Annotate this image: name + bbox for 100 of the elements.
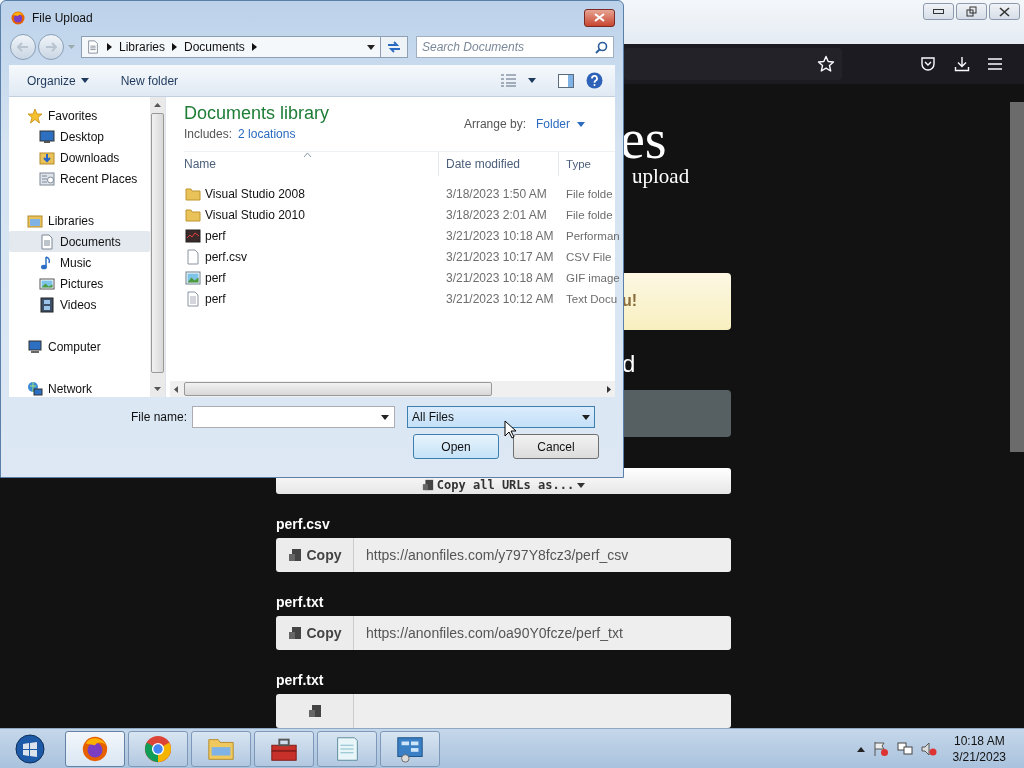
file-name: perf.csv: [276, 516, 331, 534]
column-header[interactable]: Type: [558, 152, 615, 176]
chart-icon: [185, 227, 201, 244]
file-name[interactable]: perf: [205, 270, 226, 285]
taskbar-button[interactable]: [65, 730, 125, 767]
url-field[interactable]: https://anonfiles.com/oa90Y0fcze/perf_txt: [354, 616, 731, 650]
scrollbar[interactable]: [170, 381, 615, 397]
nav-item[interactable]: Recent Places: [9, 168, 150, 189]
organize-menu[interactable]: Organize: [25, 73, 91, 88]
search-icon[interactable]: [595, 41, 608, 54]
close-button[interactable]: [584, 8, 615, 27]
date-modified: 3/18/2023 1:50 AM: [446, 186, 547, 201]
computer-icon: [27, 338, 43, 355]
search-field[interactable]: Search Documents: [416, 36, 614, 58]
scroll-right-arrow-icon[interactable]: [607, 385, 611, 393]
minimize-button[interactable]: [923, 3, 954, 20]
file-type-dropdown[interactable]: All Files: [407, 406, 595, 428]
restore-button[interactable]: [956, 3, 987, 20]
speaker-muted-icon[interactable]: [920, 740, 937, 757]
taskbar-button[interactable]: [380, 730, 440, 767]
nav-item[interactable]: Videos: [9, 294, 150, 315]
nav-item[interactable]: Desktop: [9, 126, 150, 147]
clipboard-icon: [287, 548, 302, 562]
back-arrow-icon: [17, 42, 29, 52]
taskbar-button[interactable]: [128, 730, 188, 767]
caret-icon[interactable]: [381, 414, 389, 420]
date-modified: 3/21/2023 10:18 AM: [446, 270, 554, 285]
help-icon[interactable]: [586, 72, 603, 89]
file-name: perf.txt: [276, 672, 325, 690]
copy-button[interactable]: Copy: [276, 616, 354, 650]
chevron-icon[interactable]: [251, 43, 257, 51]
flag-icon[interactable]: [872, 740, 889, 757]
circle-logo-icon: [10, 9, 26, 26]
close-button[interactable]: [989, 3, 1020, 20]
scroll-left-arrow-icon[interactable]: [174, 385, 178, 393]
caret-icon[interactable]: [856, 745, 865, 752]
nav-item[interactable]: Network: [9, 378, 150, 399]
nav-item[interactable]: Libraries: [9, 210, 150, 231]
restore-icon: [965, 6, 978, 17]
forward-arrow-icon: [45, 42, 57, 52]
nav-item[interactable]: Pictures: [9, 273, 150, 294]
text-document-icon: [185, 290, 201, 307]
scroll-down-arrow-icon[interactable]: [154, 387, 161, 391]
chevron-shield-icon[interactable]: [920, 56, 936, 72]
file-type: File folde: [566, 187, 613, 200]
nav-item[interactable]: Music: [9, 252, 150, 273]
locations-link[interactable]: 2 locations: [238, 127, 296, 141]
file-name-label: File name:: [129, 410, 188, 424]
close-icon: [594, 13, 605, 22]
scrollbar[interactable]: [150, 97, 165, 397]
clock[interactable]: 10:18 AM 3/21/2023: [952, 732, 1006, 765]
url-field[interactable]: https://anonfiles.com/y797Y8fcz3/perf_csv: [354, 538, 731, 572]
refresh-button[interactable]: [381, 36, 408, 58]
menu-icon[interactable]: [988, 58, 1002, 70]
date-modified: 3/18/2023 2:01 AM: [446, 207, 547, 222]
chevron-icon[interactable]: [172, 43, 178, 51]
breadcrumb-item[interactable]: Libraries: [119, 40, 166, 54]
column-header[interactable]: Name: [184, 152, 438, 176]
dialog-title: File Upload: [32, 10, 93, 25]
file-name[interactable]: perf: [205, 228, 226, 243]
breadcrumb-item[interactable]: Documents: [184, 40, 245, 54]
network-icon[interactable]: [896, 740, 913, 757]
file-name[interactable]: Visual Studio 2008: [205, 186, 305, 201]
nav-item[interactable]: Downloads: [9, 147, 150, 168]
nav-item[interactable]: Computer: [9, 336, 150, 357]
copy-button[interactable]: Copy: [276, 538, 354, 572]
download-icon[interactable]: [954, 56, 970, 72]
scroll-up-arrow-icon[interactable]: [154, 103, 161, 107]
nav-item[interactable]: Favorites: [9, 105, 150, 126]
copy-button[interactable]: [276, 694, 354, 728]
address-field[interactable]: Libraries Documents: [81, 36, 381, 58]
bookmark-star-icon[interactable]: [817, 55, 835, 73]
chevron-icon[interactable]: [107, 43, 112, 51]
file-name[interactable]: Visual Studio 2010: [205, 207, 305, 222]
file-type: CSV File: [566, 250, 612, 263]
page-subtitle: upload: [632, 164, 690, 188]
file-name[interactable]: perf.csv: [205, 249, 247, 264]
picture-icon: [39, 275, 55, 292]
file-name-field[interactable]: [192, 406, 395, 428]
new-folder-button[interactable]: New folder: [118, 73, 181, 88]
arrange-dropdown[interactable]: Folder: [536, 117, 585, 131]
start-orb-icon: [15, 733, 45, 764]
date-modified: 3/21/2023 10:18 AM: [446, 228, 554, 243]
preview-pane-icon[interactable]: [558, 73, 574, 88]
clipboard-icon: [307, 704, 322, 718]
file-name[interactable]: perf: [205, 291, 226, 306]
column-header[interactable]: Date modified: [438, 152, 558, 176]
includes-label: Includes:: [184, 127, 233, 141]
document-icon: [86, 39, 100, 55]
open-button[interactable]: Open: [413, 434, 499, 459]
date-modified: 3/21/2023 10:17 AM: [446, 249, 554, 264]
file-type: Text Docu: [566, 292, 618, 305]
recent-places-icon: [39, 170, 55, 187]
nav-item[interactable]: Documents: [9, 231, 150, 252]
cancel-button[interactable]: Cancel: [513, 434, 599, 459]
file-type: Performan: [566, 229, 620, 242]
url-field[interactable]: [354, 694, 731, 728]
document-icon: [39, 233, 55, 250]
taskbar-button[interactable]: [254, 730, 314, 767]
blank-document-icon: [185, 248, 201, 265]
